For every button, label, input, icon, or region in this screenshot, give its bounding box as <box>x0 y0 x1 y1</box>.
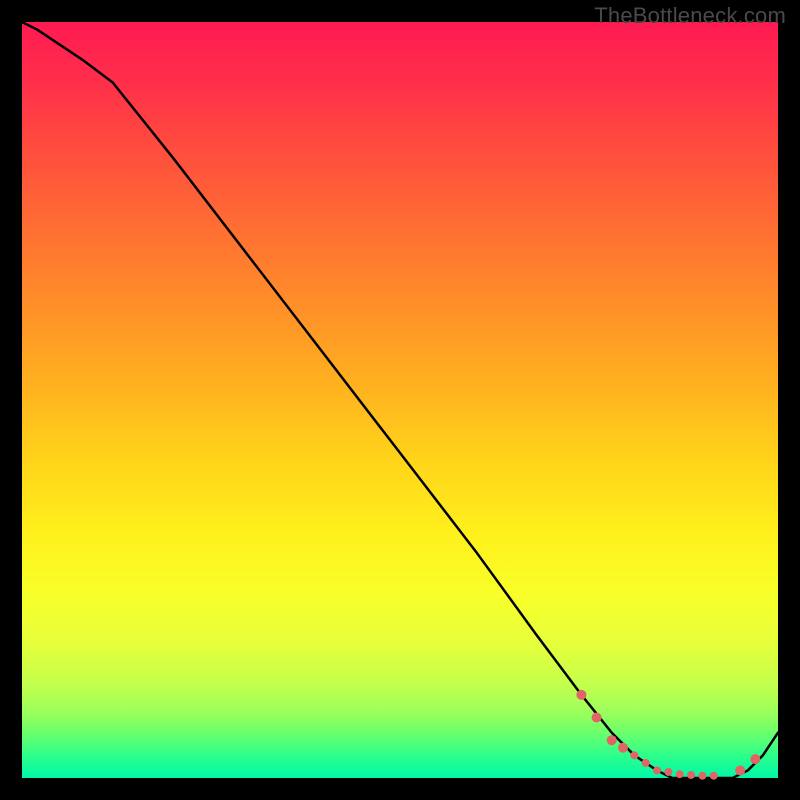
marker-dot <box>642 759 650 767</box>
plot-area <box>22 22 778 778</box>
marker-dot <box>630 751 638 759</box>
marker-dot <box>576 690 586 700</box>
marker-dot <box>687 771 695 779</box>
marker-dot <box>592 713 602 723</box>
marker-dot <box>735 765 745 775</box>
highlight-markers <box>576 690 760 780</box>
marker-dot <box>664 768 672 776</box>
bottleneck-curve <box>22 22 778 778</box>
curve-svg <box>22 22 778 778</box>
watermark: TheBottleneck.com <box>594 3 786 29</box>
marker-dot <box>653 766 661 774</box>
marker-dot <box>750 754 760 764</box>
chart-frame: TheBottleneck.com <box>0 0 800 800</box>
marker-dot <box>607 735 617 745</box>
marker-dot <box>698 772 706 780</box>
marker-dot <box>676 770 684 778</box>
marker-dot <box>618 743 628 753</box>
marker-dot <box>710 772 718 780</box>
